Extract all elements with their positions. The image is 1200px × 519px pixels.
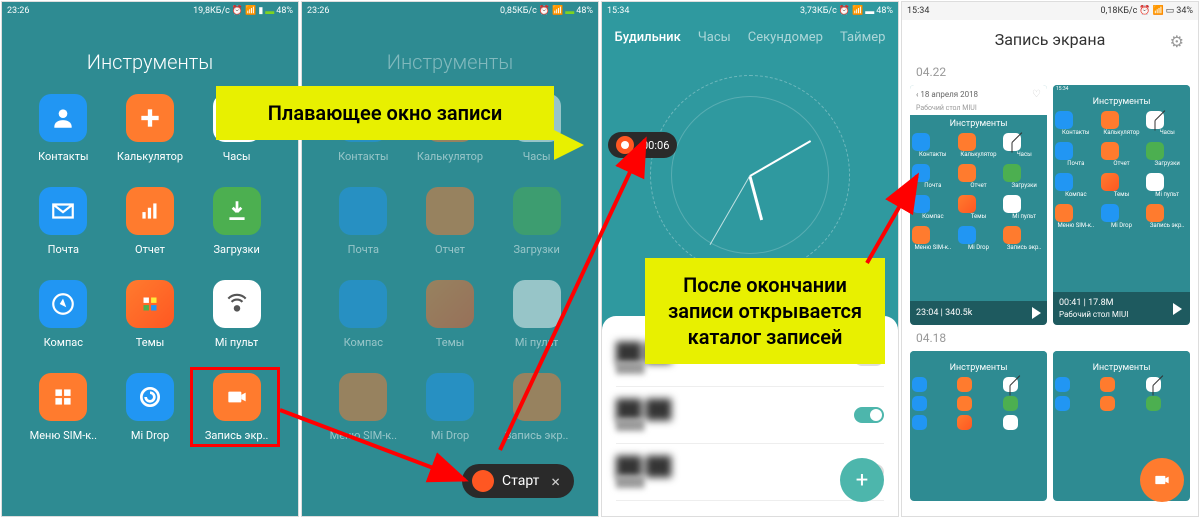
battery-icon: ▬ xyxy=(565,6,574,17)
wifi-icon: 📶 xyxy=(552,6,563,16)
play-icon[interactable] xyxy=(1173,303,1182,315)
floating-start-pill[interactable]: Старт × xyxy=(462,464,574,498)
alarm-icon: ⏰ xyxy=(1139,6,1150,16)
app-report[interactable]: Отчет xyxy=(107,187,194,256)
tab-alarm[interactable]: Будильник xyxy=(615,30,681,45)
status-bar: 23:26 0,85КБ/с ⏰ 📶 ▬ 48% xyxy=(302,2,598,20)
alarm-toggle[interactable] xyxy=(854,407,884,423)
time: 15:34 xyxy=(607,6,629,16)
start-label: Старт xyxy=(502,473,539,489)
callout-after-recording: После окончании записи открывается катал… xyxy=(645,258,885,364)
battery-pct: 34% xyxy=(1176,6,1193,16)
status-bar: 15:34 3,73КБ/с ⏰ 📶 ▬ 48% xyxy=(602,2,898,20)
recordings-row-1: ‹ 18 апреля 2018♡ Рабочий стол MIUI Инст… xyxy=(902,85,1198,325)
alarm-icon: ⏰ xyxy=(539,6,550,16)
tab-clock[interactable]: Часы xyxy=(698,30,731,45)
battery-icon: ▭ xyxy=(1166,6,1175,16)
add-alarm-fab[interactable]: + xyxy=(840,458,884,502)
recording-thumb-2[interactable]: 15:34 Инструменты Контакты Калькулятор Ч… xyxy=(1053,85,1190,325)
app-mi-drop[interactable]: Mi Drop xyxy=(107,373,194,442)
app-themes[interactable]: Темы xyxy=(107,280,194,349)
signal-icon: ▮ xyxy=(258,6,263,16)
battery-pct: 48% xyxy=(876,6,893,16)
callout-floating-window: Плавающее окно записи xyxy=(216,86,554,140)
net-speed: 3,73КБ/с xyxy=(800,6,837,16)
tab-timer[interactable]: Таймер xyxy=(840,30,885,45)
page-title: Запись экрана xyxy=(995,30,1106,49)
record-timer: 00:06 xyxy=(642,139,669,152)
net-speed: 19,8КБ/с xyxy=(193,6,230,16)
play-icon[interactable] xyxy=(1032,307,1041,319)
time: 23:26 xyxy=(7,6,29,16)
record-dot-icon xyxy=(472,470,494,492)
app-compass[interactable]: Компас xyxy=(20,280,107,349)
recording-thumb-3[interactable]: Инструменты xyxy=(910,351,1047,501)
clock-tabs: Будильник Часы Секундомер Таймер xyxy=(602,20,898,55)
phone-screen-2: 23:26 0,85КБ/с ⏰ 📶 ▬ 48% Инструменты Кон… xyxy=(301,1,599,517)
alarm-icon: ⏰ xyxy=(232,6,243,16)
app-contacts[interactable]: Контакты xyxy=(20,94,107,163)
clock-dial xyxy=(650,75,850,275)
signal-icon: 📶 xyxy=(1153,6,1164,16)
app-mail[interactable]: Почта xyxy=(20,187,107,256)
date-group-1: 04.22 xyxy=(902,59,1198,85)
recorder-header: Запись экрана ⚙ xyxy=(902,20,1198,59)
date-group-2: 04.18 xyxy=(902,325,1198,351)
stop-record-icon[interactable] xyxy=(616,136,634,154)
net-speed: 0,18КБ/с xyxy=(1101,6,1138,16)
highlight-screen-recorder xyxy=(190,367,280,447)
folder-title: Инструменты xyxy=(2,20,298,94)
record-fab[interactable] xyxy=(1140,458,1184,502)
app-calculator[interactable]: Калькулятор xyxy=(107,94,194,163)
recording-thumb-1[interactable]: ‹ 18 апреля 2018♡ Рабочий стол MIUI Инст… xyxy=(910,85,1047,325)
net-speed: 0,85КБ/с xyxy=(500,6,537,16)
app-mi-remote[interactable]: Mi пульт xyxy=(193,280,280,349)
battery-pct: 48% xyxy=(576,6,593,16)
gear-icon[interactable]: ⚙ xyxy=(1170,32,1184,51)
heart-icon[interactable]: ♡ xyxy=(1032,89,1041,100)
wifi-icon: 📶 xyxy=(245,6,256,16)
alarm-icon: ⏰ xyxy=(839,6,850,16)
status-bar: 15:34 0,18КБ/с ⏰ 📶 ▭ 34% xyxy=(902,2,1198,20)
phone-screen-4: 15:34 0,18КБ/с ⏰ 📶 ▭ 34% Запись экрана ⚙… xyxy=(901,1,1199,517)
app-downloads[interactable]: Загрузки xyxy=(193,187,280,256)
battery-icon: ▬ xyxy=(865,6,874,17)
alarm-row: ██:██████ xyxy=(616,387,884,444)
phone-screen-1: 23:26 19,8КБ/с ⏰ 📶 ▮ ▬ 48% Инструменты К… xyxy=(1,1,299,517)
wifi-icon: 📶 xyxy=(852,6,863,16)
floating-recording-pill[interactable]: 00:06 xyxy=(608,132,677,158)
callout-tail-icon xyxy=(554,130,584,160)
battery-icon: ▬ xyxy=(265,6,274,17)
battery-pct: 48% xyxy=(276,6,293,16)
time: 23:26 xyxy=(307,6,329,16)
close-icon[interactable]: × xyxy=(547,472,564,491)
app-sim-menu[interactable]: Меню SIM-к.. xyxy=(20,373,107,442)
folder-title: Инструменты xyxy=(302,20,598,94)
tab-stopwatch[interactable]: Секундомер xyxy=(748,30,823,45)
time: 15:34 xyxy=(907,6,929,16)
status-bar: 23:26 19,8КБ/с ⏰ 📶 ▮ ▬ 48% xyxy=(2,2,298,20)
